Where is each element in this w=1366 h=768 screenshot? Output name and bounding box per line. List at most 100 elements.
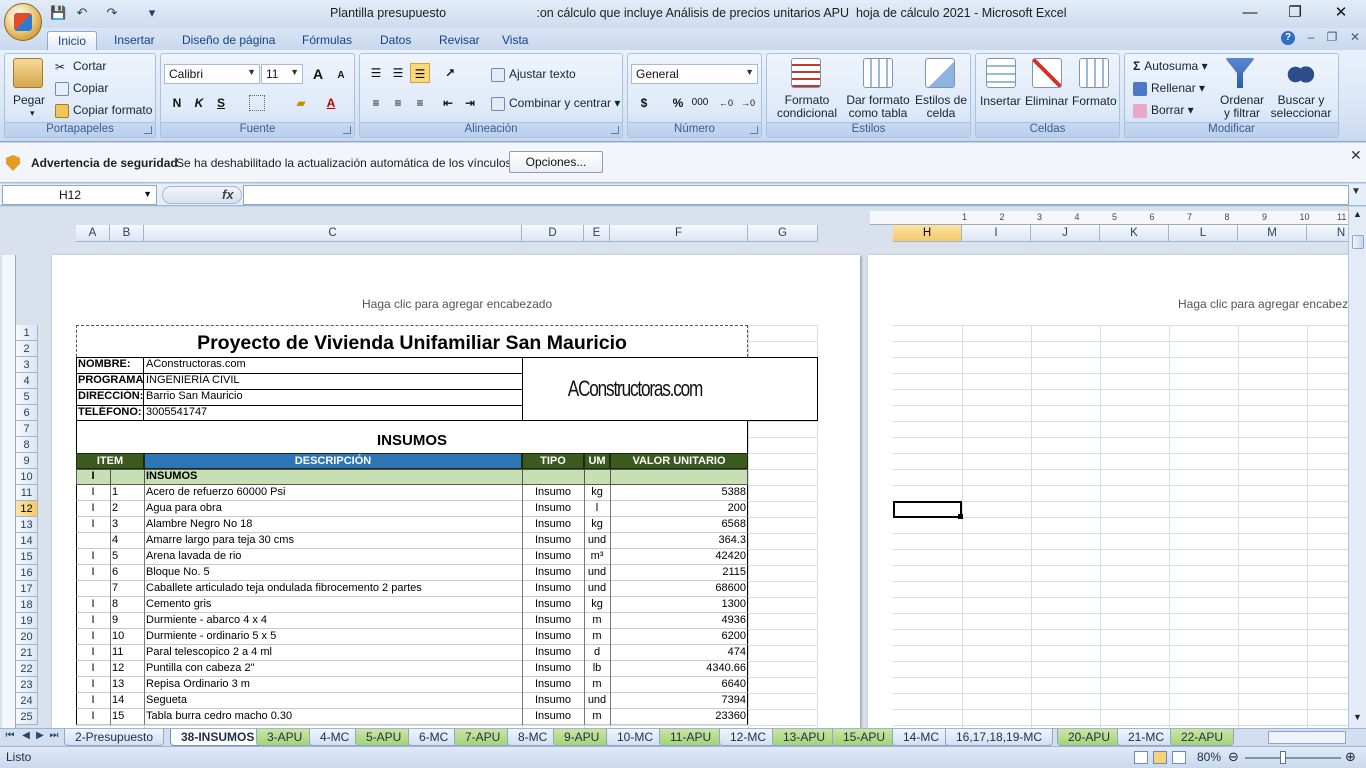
autosum-button[interactable]: Σ Autosuma ▾ [1133,59,1208,73]
row-header-14[interactable]: 14 [16,533,38,549]
orientation-icon[interactable]: ↗ [440,63,460,83]
column-header-k[interactable]: K [1100,225,1169,242]
sheet-grid[interactable]: Proyecto de Vivienda Unifamiliar San Mau… [76,325,818,728]
workbook-restore-button[interactable]: ❐ [1323,30,1341,44]
column-header-g[interactable]: G [748,225,818,242]
column-header-f[interactable]: F [610,225,748,242]
dialog-launcher-icon[interactable] [750,126,758,134]
horizontal-scrollbar[interactable] [1268,731,1346,744]
sheet-tab[interactable]: 4-MC [309,729,361,746]
sheet-tab[interactable]: 9-APU [553,729,611,746]
row-header-23[interactable]: 23 [16,677,38,693]
row-header-9[interactable]: 9 [16,453,38,469]
column-header-h[interactable]: H [893,225,962,242]
sheet-tab[interactable]: 13-APU [772,729,837,746]
find-select-button[interactable]: Buscar y seleccionar [1267,94,1335,120]
row-header-17[interactable]: 17 [16,581,38,597]
minimize-button[interactable]: — [1230,2,1270,24]
align-center-icon[interactable]: ≡ [388,93,408,113]
vertical-scrollbar[interactable]: ▲ ▼ [1348,207,1366,728]
sheet-tab[interactable]: 8-MC [507,729,559,746]
row-header-1[interactable]: 1 [16,325,38,341]
row-header-2[interactable]: 2 [16,341,38,357]
cut-button[interactable]: ✂ Cortar [55,59,106,74]
scroll-down-icon[interactable]: ▼ [1351,712,1364,725]
shrink-font-button[interactable]: A [331,66,351,86]
help-icon[interactable]: ? [1281,31,1295,45]
sheet-tab[interactable]: 15-APU [832,729,897,746]
align-bottom-icon[interactable]: ☰ [410,63,430,83]
number-format-combo[interactable]: General ▼ [631,64,758,84]
sheet-tab[interactable]: 6-MC [408,729,460,746]
security-close-icon[interactable]: ✕ [1350,147,1362,164]
row-header-12[interactable]: 12 [16,501,38,517]
formula-input[interactable] [243,185,1349,205]
paste-dropdown-icon[interactable]: ▾ [30,108,35,119]
font-size-combo[interactable]: 11 ▼ [261,64,303,84]
sheet-tab[interactable]: 22-APU [1170,729,1235,746]
insert-function-icon[interactable]: fx [222,187,234,202]
row-header-20[interactable]: 20 [16,629,38,645]
row-header-7[interactable]: 7 [16,421,38,437]
align-top-icon[interactable]: ☰ [366,63,386,83]
dialog-launcher-icon[interactable] [611,126,619,134]
increase-decimal-icon[interactable]: ←0 [716,93,736,113]
next-sheet-icon[interactable]: ▶ [34,730,46,741]
sheet-tab[interactable]: 20-APU [1057,729,1122,746]
font-color-icon[interactable]: A [321,93,341,113]
workbook-close-button[interactable]: ✕ [1346,30,1364,44]
row-header-4[interactable]: 4 [16,373,38,389]
row-header-22[interactable]: 22 [16,661,38,677]
header-placeholder[interactable]: Haga clic para agregar encabezado [362,297,552,311]
sheet-tab[interactable]: 5-APU [355,729,413,746]
save-icon[interactable]: 💾 [50,5,66,21]
underline-button[interactable]: S [211,93,231,113]
bold-button[interactable]: N [167,93,187,113]
scroll-up-icon[interactable]: ▲ [1351,209,1364,222]
font-name-combo[interactable]: Calibri ▼ [164,64,260,84]
zoom-slider-thumb[interactable] [1280,751,1286,764]
name-box[interactable]: H12 ▼ [2,185,157,205]
paste-button[interactable]: Pegar [13,93,45,107]
column-header-l[interactable]: L [1169,225,1238,242]
zoom-in-icon[interactable]: ⊕ [1345,749,1356,765]
selected-cell-h12[interactable] [893,501,962,518]
sheet-tab[interactable]: 16,17,18,19-MC [945,729,1054,746]
borders-icon[interactable] [249,95,265,111]
column-header-d[interactable]: D [522,225,584,242]
conditional-format-button[interactable]: Formato condicional [770,94,844,120]
zoom-out-icon[interactable]: ⊖ [1228,749,1239,765]
row-header-19[interactable]: 19 [16,613,38,629]
thousands-button[interactable]: 000 [690,93,710,113]
align-left-icon[interactable]: ≡ [366,93,386,113]
grow-font-button[interactable]: A [308,64,328,84]
sheet-tab[interactable]: 21-MC [1117,729,1176,746]
close-button[interactable]: ✕ [1321,2,1361,24]
tab-inicio[interactable]: Inicio [47,31,98,50]
decrease-decimal-icon[interactable]: →0 [738,93,758,113]
fill-handle[interactable] [958,514,963,519]
clear-button[interactable]: Borrar ▾ [1133,103,1194,118]
scroll-thumb[interactable] [1352,235,1364,249]
row-header-11[interactable]: 11 [16,485,38,501]
sheet-tab[interactable]: 2-Presupuesto [64,729,165,746]
insert-cells-button[interactable]: Insertar [980,94,1021,108]
sheet-tab[interactable]: 3-APU [256,729,314,746]
cell-styles-button[interactable]: Estilos de celda [913,94,969,120]
redo-icon[interactable]: ↷ [104,5,120,21]
sheet-tab[interactable]: 10-MC [606,729,665,746]
merge-center-button[interactable]: Combinar y centrar ▾ [491,96,620,111]
row-header-8[interactable]: 8 [16,437,38,453]
row-header-16[interactable]: 16 [16,565,38,581]
first-sheet-icon[interactable]: ⏮ [4,730,16,741]
align-middle-icon[interactable]: ☰ [388,63,408,83]
sort-filter-button[interactable]: Ordenar y filtrar [1217,94,1267,120]
column-header-m[interactable]: M [1238,225,1307,242]
currency-button[interactable]: $ [634,93,654,113]
fill-button[interactable]: Rellenar ▾ [1133,81,1205,96]
undo-icon[interactable]: ↶ [74,5,90,21]
sheet-tab[interactable]: 38-INSUMOS [170,729,266,746]
workbook-minimize-button[interactable]: – [1302,30,1320,44]
format-painter-button[interactable]: Copiar formato [55,103,152,118]
tab-diseno-pagina[interactable]: Diseño de página [172,31,285,50]
